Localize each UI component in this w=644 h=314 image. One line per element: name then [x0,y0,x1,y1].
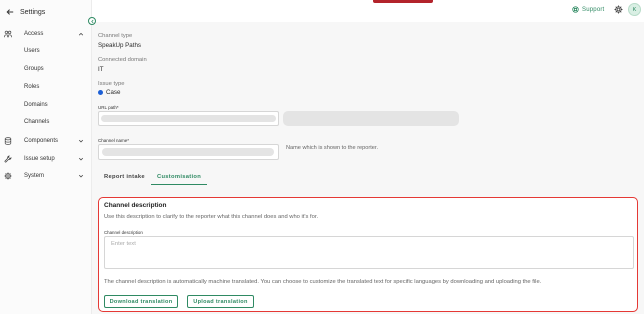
panel-description: Use this description to clarify to the r… [104,214,319,220]
user-avatar[interactable]: K [628,3,641,16]
tab-customisation[interactable]: Customisation [150,169,208,185]
sidebar-item-groups[interactable]: Groups [24,66,44,72]
sidebar: Settings Access Users Groups Roles Domai… [0,0,92,314]
sidebar-group-issue-setup[interactable]: Issue setup [0,152,92,166]
support-link[interactable]: Support [572,6,604,13]
channel-type-label: Channel type [98,33,133,39]
sidebar-item-users[interactable]: Users [24,48,40,54]
channel-description-textarea[interactable] [104,236,634,269]
sidebar-group-label: System [24,173,45,179]
issue-type-label: Issue type [98,81,125,87]
sidebar-item-channels[interactable]: Channels [24,119,49,125]
channel-name-label: Channel name* [98,138,130,143]
wrench-icon [4,155,12,163]
gear-icon [4,172,12,180]
sidebar-group-access[interactable]: Access [0,27,92,41]
sidebar-item-domains[interactable]: Domains [24,102,48,108]
users-group-icon [4,30,12,38]
channel-name-input[interactable] [98,144,279,160]
chevron-up-icon [78,32,84,36]
topbar [92,0,644,22]
url-path-skeleton [101,115,276,122]
channel-type-value: SpeakUp Paths [98,42,141,49]
settings-title: Settings [20,8,46,16]
support-label: Support [582,6,605,13]
url-path-label: URL path* [98,105,119,110]
back-to-settings[interactable]: Settings [6,6,45,18]
translation-note: The channel description is automatically… [104,279,542,285]
settings-gear-icon[interactable] [614,5,623,14]
upload-translation-button[interactable]: Upload translation [187,295,254,308]
tab-bar: Report intake Customisation [98,169,208,185]
sidebar-group-label: Access [24,31,44,37]
issue-type-text: Case [106,89,121,96]
channel-name-hint: Name which is shown to the reporter. [286,145,379,151]
chevron-left-icon [90,19,94,23]
chevron-down-icon [78,139,84,143]
sidebar-group-label: Components [24,138,59,144]
lifebuoy-icon [572,6,579,13]
tab-report-intake[interactable]: Report intake [98,169,151,185]
channel-description-label: Channel description [104,230,143,235]
issue-type-dot [98,89,103,95]
chevron-down-icon [78,157,84,161]
sidebar-group-components[interactable]: Components [0,134,92,148]
sidebar-collapse-button[interactable] [88,17,96,25]
sidebar-item-roles[interactable]: Roles [24,84,39,90]
connected-domain-label: Connected domain [98,57,147,63]
database-icon [4,137,12,145]
issue-type-value: Case [98,89,120,96]
topbar-accent-bar [373,0,433,3]
avatar-initial: K [632,6,637,13]
connected-domain-value: IT [98,66,104,73]
sidebar-group-system[interactable]: System [0,169,92,183]
url-path-input[interactable] [98,111,279,126]
url-preview-skeleton [283,111,459,126]
arrow-left-icon [6,9,14,15]
channel-description-panel: Channel description Use this description… [98,197,638,312]
sidebar-group-label: Issue setup [24,156,55,162]
download-translation-button[interactable]: Download translation [104,295,178,308]
chevron-down-icon [78,174,84,178]
panel-title: Channel description [104,202,167,209]
channel-name-skeleton [102,148,274,156]
main-content: Channel type SpeakUp Paths Connected dom… [92,22,644,314]
